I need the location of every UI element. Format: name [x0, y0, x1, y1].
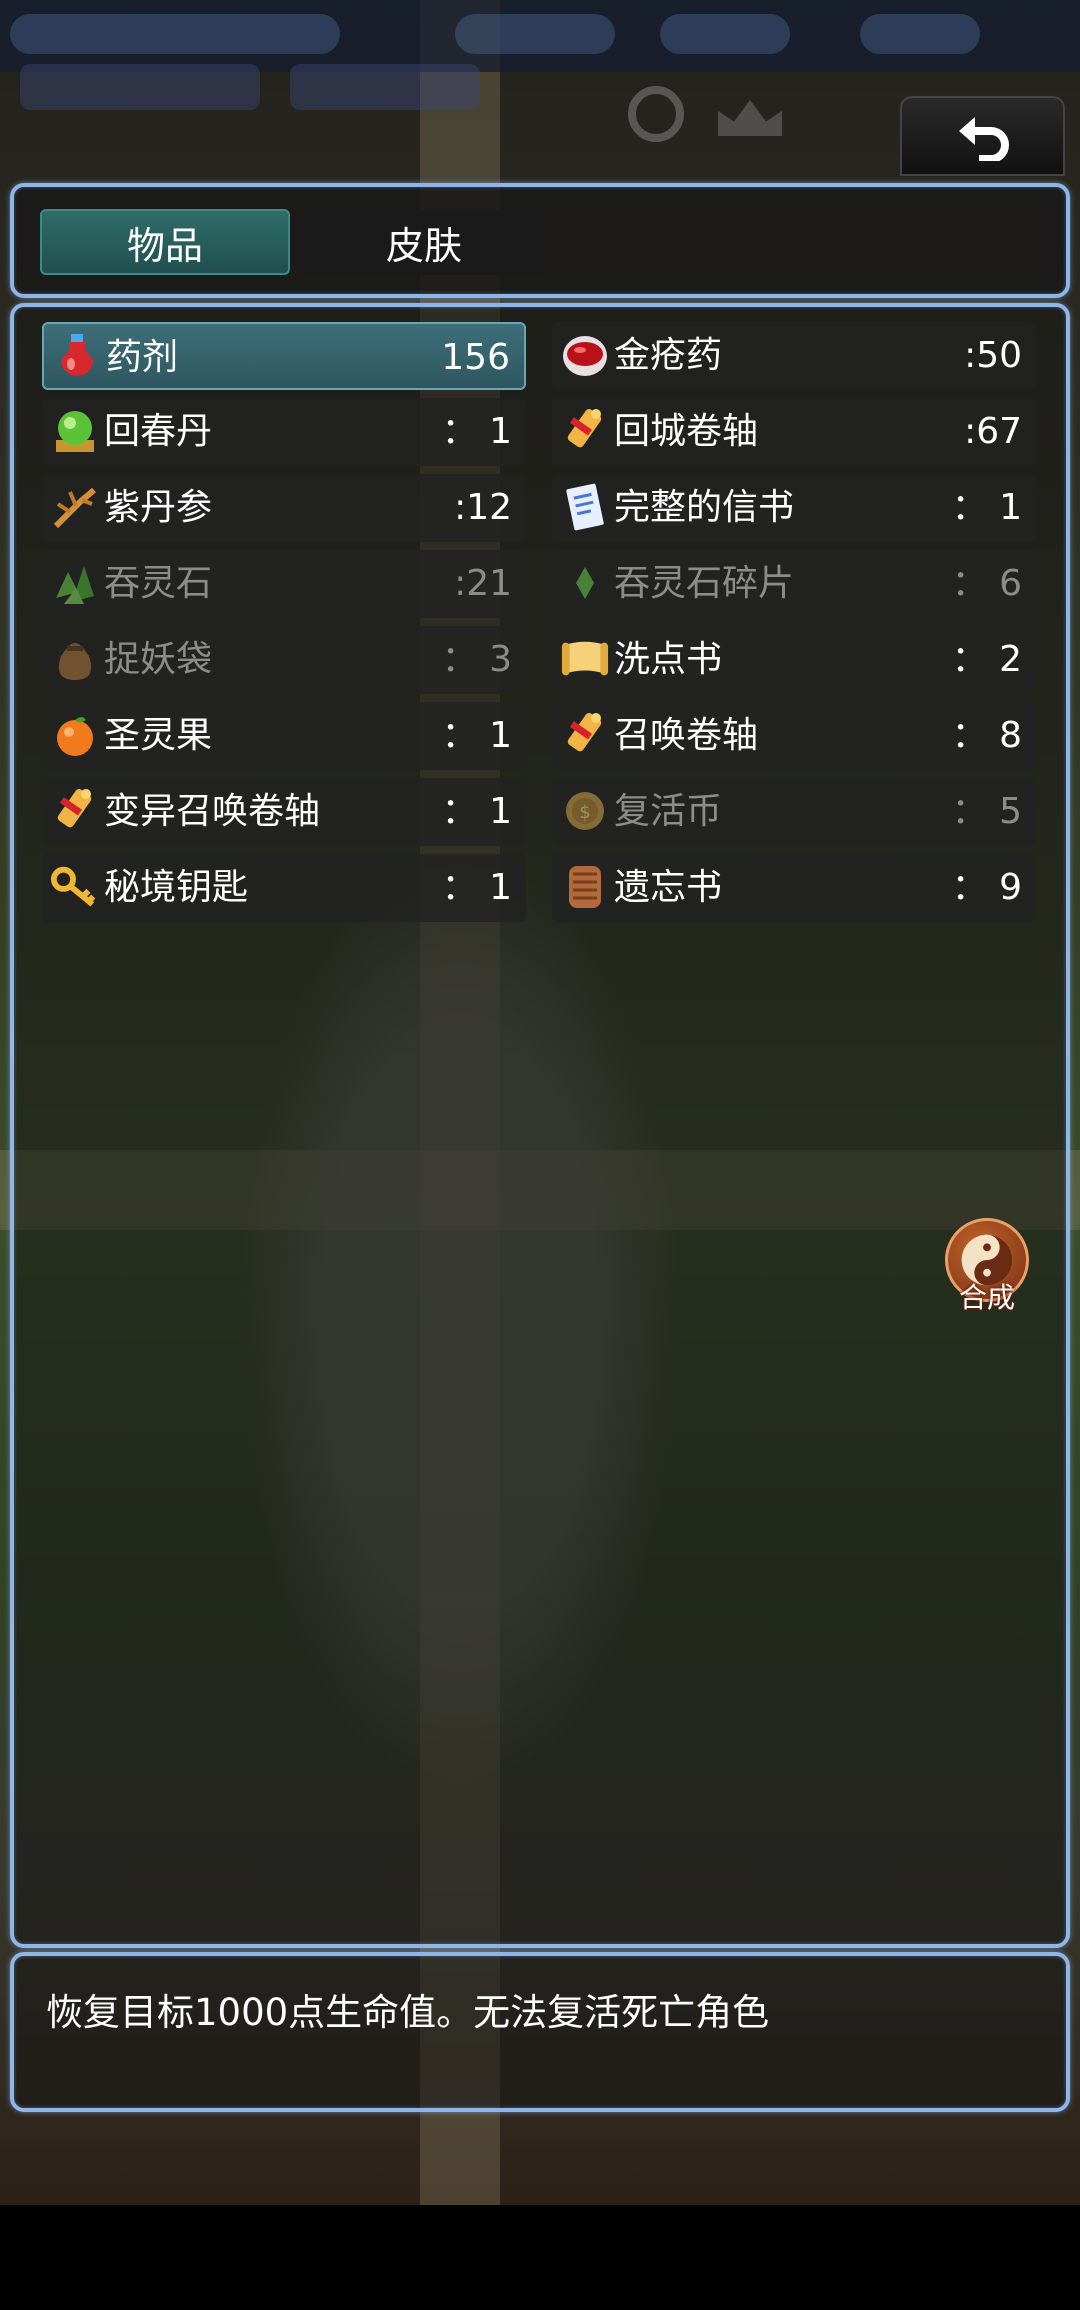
item-quantity: ： 1	[441, 791, 512, 832]
gear-icon[interactable]	[628, 86, 684, 142]
item-quantity: ： 1	[441, 867, 512, 908]
item-quantity: ： 3	[441, 639, 512, 680]
potion-icon	[52, 332, 102, 382]
inventory-item[interactable]: $ 复活币 ： 5	[552, 778, 1036, 846]
item-name: 变异召唤卷轴	[104, 791, 321, 832]
item-description: 恢复目标1000点生命值。无法复活死亡角色	[46, 1991, 770, 2034]
gem-blur	[860, 14, 980, 54]
item-name: 捉妖袋	[104, 639, 213, 680]
item-name: 药剂	[106, 337, 179, 378]
inventory-item[interactable]: 秘境钥匙 ： 1	[42, 854, 526, 922]
item-quantity: ： 9	[951, 867, 1022, 908]
item-quantity: ： 1	[951, 487, 1022, 528]
inventory-item[interactable]: 吞灵石 :21	[42, 550, 526, 618]
item-quantity: ： 5	[951, 791, 1022, 832]
old-book-icon	[560, 862, 610, 912]
item-quantity: :12	[454, 487, 512, 528]
status-bar	[0, 0, 1080, 72]
back-arrow-icon	[958, 117, 1009, 161]
item-name: 金疮药	[614, 335, 723, 376]
item-name: 回春丹	[104, 411, 213, 452]
bottom-bar	[0, 2205, 1080, 2310]
item-name: 秘境钥匙	[104, 867, 249, 908]
open-scroll-icon	[560, 634, 610, 684]
inventory-tabs-panel: 物品 皮肤	[10, 183, 1070, 298]
inventory-item[interactable]: 遗忘书 ： 9	[552, 854, 1036, 922]
buff-bar-blur	[20, 64, 260, 110]
back-button[interactable]	[900, 96, 1065, 176]
bag-icon	[50, 634, 100, 684]
svg-text:$: $	[579, 802, 590, 823]
item-description-panel: 恢复目标1000点生命值。无法复活死亡角色	[10, 1952, 1070, 2112]
inventory-item[interactable]: 完整的信书 ： 1	[552, 474, 1036, 542]
item-quantity: :67	[964, 411, 1022, 452]
item-name: 复活币	[614, 791, 723, 832]
item-name: 紫丹参	[104, 487, 213, 528]
item-quantity: ： 6	[951, 563, 1022, 604]
inventory-item[interactable]: 药剂 156	[42, 322, 526, 390]
inventory-item[interactable]: 洗点书 ： 2	[552, 626, 1036, 694]
inventory-item[interactable]: 召唤卷轴 ： 8	[552, 702, 1036, 770]
green-orb-icon	[50, 406, 100, 456]
item-quantity: :50	[964, 335, 1022, 376]
item-name: 完整的信书	[614, 487, 795, 528]
inventory-item[interactable]: 变异召唤卷轴 ： 1	[42, 778, 526, 846]
scroll-icon	[560, 710, 610, 760]
buff-bar-blur	[290, 64, 480, 110]
item-name: 洗点书	[614, 639, 723, 680]
crystal-shard-icon	[560, 558, 610, 608]
item-name: 召唤卷轴	[614, 715, 759, 756]
tab-items[interactable]: 物品	[40, 209, 290, 275]
letter-icon	[560, 482, 610, 532]
currency-blur	[455, 14, 615, 54]
craft-label: 合成	[958, 1281, 1015, 1314]
item-quantity: 156	[441, 337, 510, 378]
scroll-icon	[50, 786, 100, 836]
coin-icon: $	[560, 786, 610, 836]
inventory-item[interactable]: 回春丹 ： 1	[42, 398, 526, 466]
item-name: 吞灵石碎片	[614, 563, 795, 604]
item-quantity: ： 1	[441, 715, 512, 756]
key-icon	[50, 862, 100, 912]
green-crystal-icon	[50, 558, 100, 608]
player-info-blur	[10, 14, 340, 54]
item-quantity: :21	[454, 563, 512, 604]
item-quantity: ： 8	[951, 715, 1022, 756]
herb-root-icon	[50, 482, 100, 532]
gold-blur	[660, 14, 790, 54]
inventory-item[interactable]: 紫丹参 :12	[42, 474, 526, 542]
inventory-item[interactable]: 圣灵果 ： 1	[42, 702, 526, 770]
item-quantity: ： 2	[951, 639, 1022, 680]
item-name: 回城卷轴	[614, 411, 759, 452]
inventory-item[interactable]: 吞灵石碎片 ： 6	[552, 550, 1036, 618]
item-name: 圣灵果	[104, 715, 213, 756]
red-bowl-icon	[560, 330, 610, 380]
item-name: 遗忘书	[614, 867, 723, 908]
item-quantity: ： 1	[441, 411, 512, 452]
craft-button[interactable]: 合成	[940, 1218, 1034, 1318]
tab-skins[interactable]: 皮肤	[304, 209, 544, 275]
inventory-item[interactable]: 金疮药 :50	[552, 322, 1036, 390]
inventory-item[interactable]: 捉妖袋 ： 3	[42, 626, 526, 694]
scroll-icon	[560, 406, 610, 456]
inventory-item[interactable]: 回城卷轴 :67	[552, 398, 1036, 466]
item-name: 吞灵石	[104, 563, 213, 604]
orange-fruit-icon	[50, 710, 100, 760]
